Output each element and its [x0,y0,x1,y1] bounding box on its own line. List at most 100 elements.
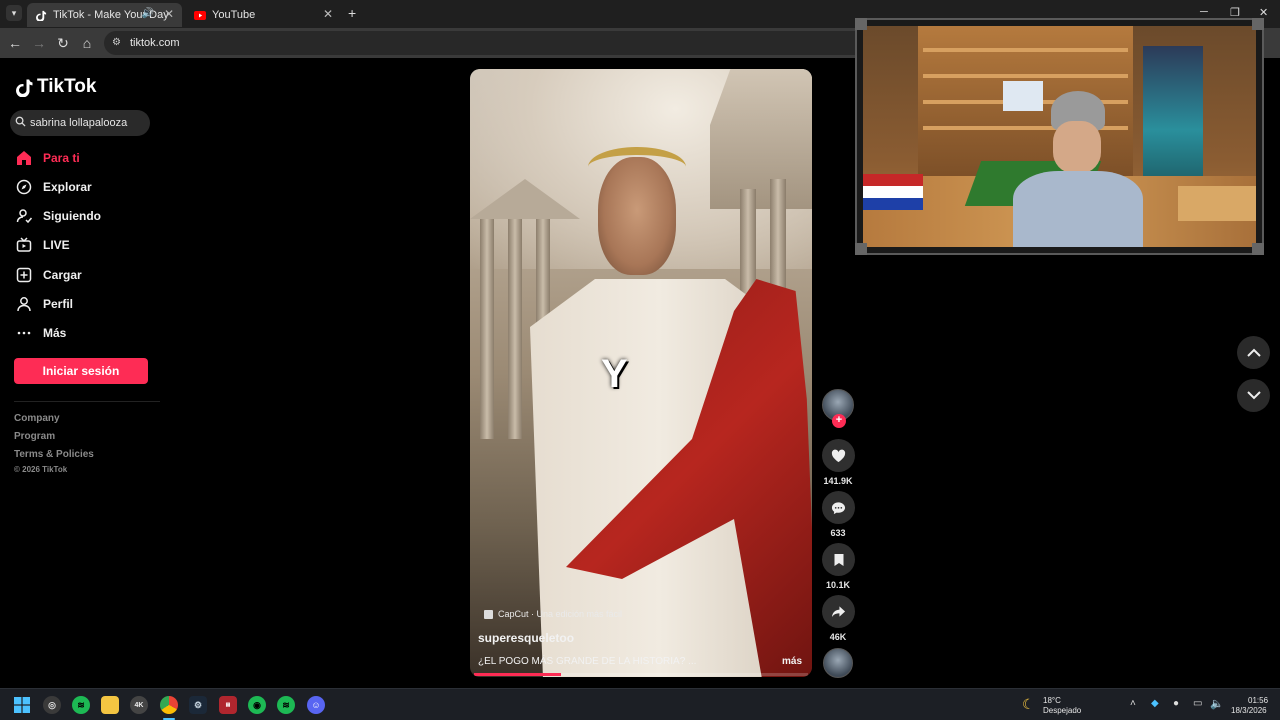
clock-time[interactable]: 01:56 [1248,696,1268,705]
webcam-frame-corner [855,18,867,30]
speaker-icon[interactable]: 🔊 [142,8,154,19]
comment-icon [831,501,846,514]
discord-icon[interactable]: ☺ [307,696,325,714]
security-icon[interactable]: ◆ [1151,698,1159,709]
forward-icon[interactable]: → [29,33,49,53]
back-icon[interactable]: ← [5,33,25,53]
video-frame-temple [710,69,812,209]
follow-button[interactable]: + [832,414,846,428]
windows-start-icon[interactable] [13,696,31,714]
steam-icon[interactable]: ⚙ [189,696,207,714]
url-text: tiktok.com [130,37,180,49]
home-icon [16,150,32,166]
webcam-frame-corner [855,243,867,255]
webcam-person [1013,91,1158,247]
webcam-person-face [1053,121,1101,173]
copyright: © 2026 TikTok [14,465,68,474]
nav-item-siguiendo[interactable]: Siguiendo [16,206,101,226]
compass-icon [16,179,32,195]
nav-item-cargar[interactable]: Cargar [16,265,82,285]
sound-disc-icon[interactable] [823,648,853,678]
app-icon[interactable]: ◎ [43,696,61,714]
webcam-person-shirt [1013,171,1143,247]
site-info-icon[interactable]: ⚙ [112,37,121,48]
chrome-icon[interactable] [160,696,178,714]
share-count: 46K [829,632,847,642]
share-icon [831,606,846,618]
maximize-icon[interactable]: ❐ [1230,6,1240,19]
capcut-tag[interactable]: CapCut · Una edición más fácil [484,609,622,619]
nav-item-mas[interactable]: Más [16,323,66,343]
logo-text: TikTok [37,76,97,97]
minimize-icon[interactable]: ─ [1200,6,1208,18]
like-button[interactable] [822,439,855,472]
youtube-favicon-icon [194,9,206,21]
following-icon [16,208,32,224]
bookmark-icon [834,553,843,566]
like-count: 141.9K [823,476,853,486]
home-icon[interactable]: ⌂ [77,33,97,53]
file-explorer-icon[interactable] [101,696,119,714]
app-icon[interactable]: ▤ [219,696,237,714]
profile-icon [16,296,32,312]
video-description: ¿EL POGO MÁS GRANDE DE LA HISTORIA? ... [478,656,697,667]
spotify-icon[interactable]: ≋ [72,696,90,714]
new-tab-button[interactable]: + [348,5,356,21]
nav-label: Perfil [43,297,74,311]
tab-youtube[interactable]: YouTube ✕ [186,3,341,27]
weather-temp: 18°C [1043,696,1061,705]
network-icon[interactable]: ▭ [1193,698,1202,709]
close-tab-icon[interactable]: ✕ [164,7,174,21]
nav-item-live[interactable]: LIVE [16,235,70,255]
video-frame-column [480,219,494,439]
video-progress-bar[interactable] [474,673,808,676]
webcam-flag [863,174,923,210]
chevron-down-icon: ▾ [11,7,17,18]
nav-label: Explorar [43,180,92,194]
windows-taskbar: ◎ ≋ 4K ⚙ ▤ ◉ ≋ ☺ ☾ 18°C Despejado ˄ ◆ ● … [0,688,1280,720]
webcam-overlay [855,18,1264,255]
share-button[interactable] [822,595,855,628]
app-icon[interactable]: ◉ [248,696,266,714]
footer-link-company[interactable]: Company [14,413,60,424]
login-button[interactable]: Iniciar sesión [14,358,148,384]
more-link[interactable]: más [782,656,802,667]
search-value: sabrina lollapalooza [30,117,128,129]
webcam-shelf [923,48,1128,52]
tab-tiktok[interactable]: TikTok - Make Your Day 🔊 ✕ [27,3,182,27]
live-icon [16,237,32,253]
video-caption-overlay: Y [601,352,628,396]
nav-item-perfil[interactable]: Perfil [16,294,73,314]
more-icon [16,325,32,341]
nav-label: Cargar [43,268,82,282]
next-video-button[interactable] [1237,379,1270,412]
heart-icon [831,449,846,462]
tray-chevron-up-icon[interactable]: ˄ [1130,698,1136,709]
save-button[interactable] [822,543,855,576]
microphone-icon[interactable]: ● [1173,698,1179,709]
tab-list-button[interactable]: ▾ [6,5,22,21]
clock-date[interactable]: 18/3/2026 [1231,706,1267,715]
comment-button[interactable] [822,491,855,524]
webcam-frame-corner [1252,243,1264,255]
4k-downloader-icon[interactable]: 4K [130,696,148,714]
tiktok-logo[interactable]: TikTok [16,76,96,98]
nav-item-para-ti[interactable]: Para ti [16,148,80,168]
nav-label: Siguiendo [43,209,101,223]
footer-link-program[interactable]: Program [14,431,55,442]
nav-item-explorar[interactable]: Explorar [16,177,92,197]
tab-title: YouTube [212,9,256,21]
reload-icon[interactable]: ↻ [53,33,73,53]
webcam-frame-corner [1252,18,1264,30]
previous-video-button[interactable] [1237,336,1270,369]
video-author[interactable]: superesqueletoo [478,631,574,645]
spotify-icon[interactable]: ≋ [277,696,295,714]
tiktok-logo-icon [16,79,33,97]
search-input[interactable]: sabrina lollapalooza [10,110,150,136]
footer-link-terms[interactable]: Terms & Policies [14,449,94,460]
video-player[interactable]: Y CapCut · Una edición más fácil superes… [470,69,812,677]
close-tab-icon[interactable]: ✕ [323,7,333,21]
weather-moon-icon[interactable]: ☾ [1022,696,1035,713]
webcam-shelf [923,74,1128,78]
volume-icon[interactable]: 🔈 [1210,697,1224,710]
